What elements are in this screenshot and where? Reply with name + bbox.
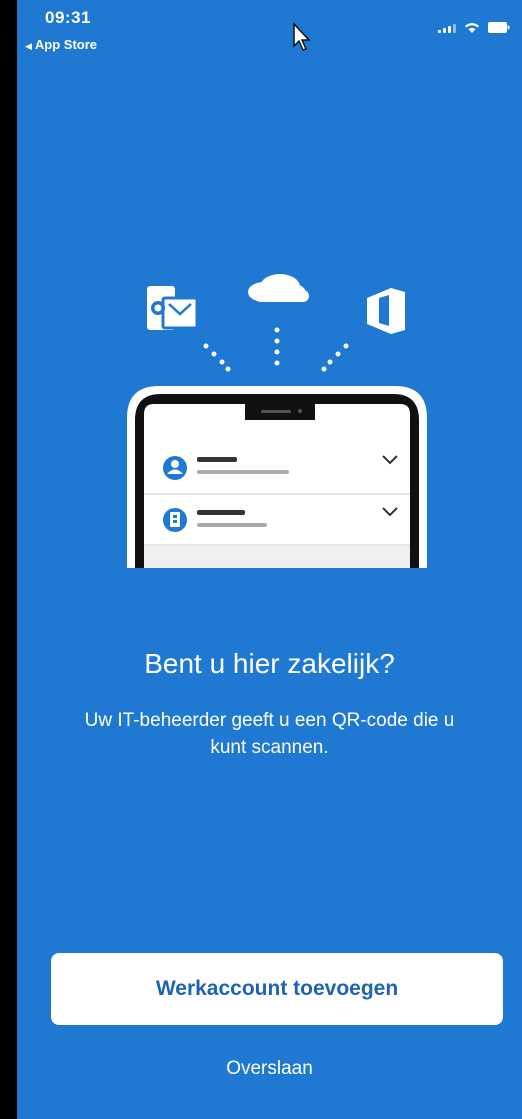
phone-illustration — [127, 386, 427, 568]
skip-link[interactable]: Overslaan — [17, 1058, 522, 1080]
onboarding-screen: 09:31 ◀ App Store Bent u hier zakelijk? … — [17, 0, 522, 1119]
add-work-account-button[interactable]: Werkaccount toevoegen — [51, 953, 503, 1025]
office-icon — [367, 288, 405, 334]
page-title: Bent u hier zakelijk? — [144, 648, 395, 679]
page-subtitle: Uw IT-beheerder geeft u een QR-code die … — [84, 710, 455, 758]
onedrive-icon — [248, 274, 309, 302]
outlook-icon — [147, 286, 199, 330]
connection-dots — [203, 327, 349, 372]
account-illustration — [127, 274, 427, 568]
